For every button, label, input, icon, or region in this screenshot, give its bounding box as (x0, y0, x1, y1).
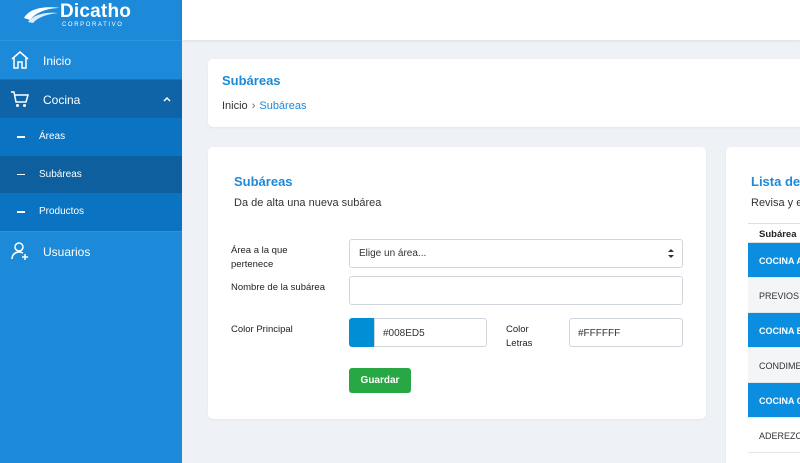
select-arrows-icon (668, 249, 674, 258)
form-title: Subáreas (234, 174, 293, 189)
page-title: Subáreas (222, 73, 281, 88)
sidebar-subitem-areas[interactable]: Áreas (0, 118, 182, 156)
area-select[interactable]: Elige un área... (349, 239, 683, 268)
sidebar-item-label: Cocina (43, 93, 81, 107)
logo[interactable]: Dicatho CORPORATIVO (0, 0, 182, 40)
color-principal-label: Color Principal (231, 324, 293, 335)
table-row[interactable]: CONDIME (748, 348, 800, 383)
breadcrumb-current: Subáreas (259, 100, 307, 112)
table-row[interactable]: PREVIOS (748, 278, 800, 313)
subarea-name-input[interactable] (349, 276, 683, 305)
table-row[interactable]: ADEREZO (748, 418, 800, 453)
name-label: Nombre de la subárea (231, 282, 325, 293)
sidebar: Dicatho CORPORATIVO Inicio Cocina Áreas … (0, 0, 182, 463)
breadcrumb: Inicio › Subáreas (222, 100, 306, 112)
sidebar-item-cocina[interactable]: Cocina (0, 79, 182, 118)
dash-icon (17, 211, 25, 213)
save-button[interactable]: Guardar (349, 368, 411, 393)
color-letras-input[interactable]: #FFFFFF (569, 318, 683, 347)
sidebar-subitem-label: Subáreas (39, 168, 82, 180)
cocina-submenu: Áreas Subáreas Productos (0, 118, 182, 231)
dash-icon (17, 136, 25, 138)
sidebar-subitem-label: Áreas (39, 131, 66, 142)
cart-icon (11, 91, 29, 107)
color-letras-label-line2: Letras (506, 338, 533, 349)
chevron-up-icon (163, 96, 171, 102)
table-row[interactable]: COCINA B (748, 313, 800, 348)
form-subtitle: Da de alta una nueva subárea (234, 197, 382, 209)
user-add-icon (11, 241, 28, 260)
table-header: Subárea (748, 223, 800, 243)
color-letras-label-line1: Color (506, 324, 529, 335)
color-letras-label: Color Letras (506, 323, 532, 351)
home-icon (11, 51, 29, 69)
breadcrumb-card: Subáreas Inicio › Subáreas (208, 59, 800, 127)
brand-name: Dicatho (60, 1, 132, 22)
dash-icon (17, 173, 25, 175)
breadcrumb-separator: › (251, 100, 256, 112)
area-label-line2: pertenece (231, 259, 274, 270)
top-bar (182, 0, 800, 40)
sidebar-item-label: Usuarios (43, 244, 91, 259)
sidebar-subitem-label: Productos (39, 206, 85, 217)
area-label-line1: Área a la que (231, 245, 288, 256)
table-row[interactable]: COCINA C (748, 383, 800, 418)
sidebar-item-usuarios[interactable]: Usuarios (0, 230, 182, 270)
sidebar-subitem-subareas[interactable]: Subáreas (0, 155, 182, 193)
subarea-table: Subárea COCINA A PREVIOS COCINA B CONDIM… (748, 223, 800, 453)
sidebar-item-label: Inicio (43, 54, 72, 68)
sidebar-subitem-productos[interactable]: Productos (0, 193, 182, 231)
color-principal-swatch[interactable] (349, 318, 374, 347)
brand-tagline: CORPORATIVO (62, 22, 124, 28)
area-label: Área a la que pertenece (231, 244, 288, 272)
color-principal-input[interactable]: #008ED5 (374, 318, 487, 347)
table-row[interactable]: COCINA A (748, 243, 800, 278)
subarea-form-card: Subáreas Da de alta una nueva subárea Ár… (208, 147, 706, 419)
sidebar-nav: Inicio Cocina Áreas Subáreas Productos U… (0, 40, 182, 270)
subarea-list-card: Lista de Revisa y e Subárea COCINA A PRE… (726, 147, 800, 463)
list-title: Lista de (751, 174, 800, 189)
sidebar-item-inicio[interactable]: Inicio (0, 40, 182, 79)
list-subtitle: Revisa y e (751, 197, 800, 209)
breadcrumb-home-link[interactable]: Inicio (222, 100, 248, 112)
area-select-value: Elige un área... (359, 248, 427, 259)
